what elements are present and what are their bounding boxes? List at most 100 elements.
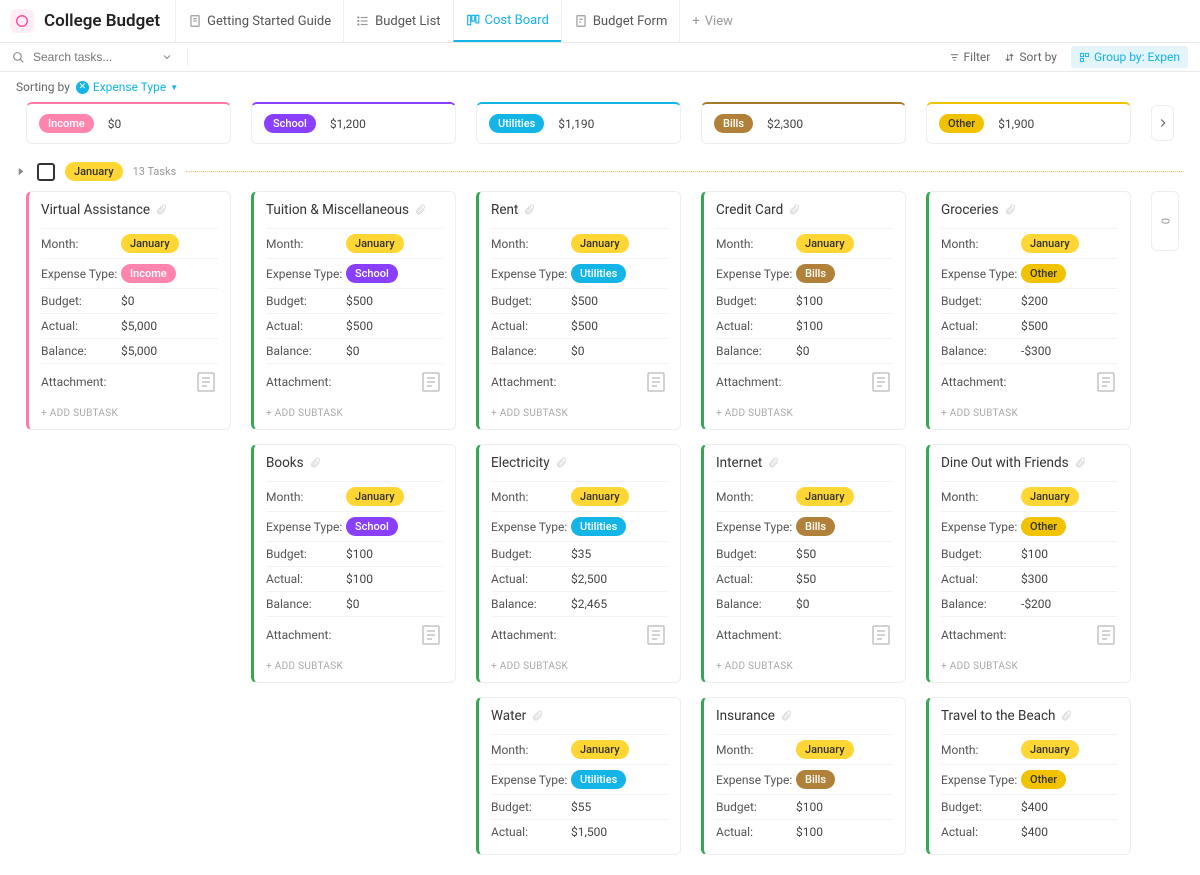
attachment-preview-icon[interactable] — [194, 370, 218, 394]
add-subtask-button[interactable]: + ADD SUBTASK — [266, 653, 443, 672]
attachment-preview-icon[interactable] — [1094, 623, 1118, 647]
sort-label: Sort by — [1019, 50, 1057, 64]
task-card[interactable]: Dine Out with Friends Month:JanuaryExpen… — [926, 444, 1131, 683]
add-subtask-button[interactable]: + ADD SUBTASK — [491, 653, 668, 672]
add-subtask-button[interactable]: + ADD SUBTASK — [941, 653, 1118, 672]
task-card[interactable]: Virtual Assistance Month:JanuaryExpense … — [26, 191, 231, 430]
field-value: Utilities — [571, 517, 626, 536]
add-view-button[interactable]: + View — [679, 0, 745, 42]
field-value: $500 — [571, 319, 598, 333]
field-value: Utilities — [571, 770, 626, 789]
field-label: Month: — [266, 490, 346, 504]
divider — [186, 171, 1184, 172]
field-value: $0 — [796, 344, 810, 358]
attachment-preview-icon[interactable] — [419, 370, 443, 394]
column-header-utilities[interactable]: Utilities$1,190 — [476, 102, 681, 144]
task-card[interactable]: Credit Card Month:JanuaryExpense Type:Bi… — [701, 191, 906, 430]
field-row: Budget:$100 — [266, 541, 443, 566]
attachment-preview-icon[interactable] — [869, 623, 893, 647]
collapsed-group-tab[interactable]: 0 — [1151, 191, 1179, 251]
tab-cost-board[interactable]: Cost Board — [453, 0, 561, 42]
field-value: Other — [1021, 770, 1066, 789]
field-row: Actual:$100 — [266, 566, 443, 591]
attachment-preview-icon[interactable] — [869, 370, 893, 394]
field-value: $100 — [346, 547, 373, 561]
field-value: $0 — [346, 597, 360, 611]
field-label: Budget: — [491, 800, 571, 814]
column-header-income[interactable]: Income$0 — [26, 102, 231, 144]
board-icon — [466, 13, 480, 27]
attachment-row: Attachment: — [41, 363, 218, 400]
card-title: Electricity — [491, 455, 668, 471]
sort-button[interactable]: Sort by — [1004, 50, 1057, 64]
field-row: Month:January — [491, 734, 668, 764]
task-card[interactable]: Water Month:JanuaryExpense Type:Utilitie… — [476, 697, 681, 855]
field-value: Utilities — [571, 264, 626, 283]
task-card[interactable]: Books Month:JanuaryExpense Type:SchoolBu… — [251, 444, 456, 683]
field-row: Expense Type:Income — [41, 258, 218, 288]
collapse-icon[interactable] — [16, 166, 27, 177]
scroll-right-button[interactable] — [1151, 105, 1174, 141]
field-row: Balance:$2,465 — [491, 591, 668, 616]
attachment-label: Attachment: — [941, 375, 1006, 389]
field-row: Actual:$500 — [491, 313, 668, 338]
filter-button[interactable]: Filter — [949, 50, 991, 64]
field-row: Budget:$100 — [716, 288, 893, 313]
attachment-preview-icon[interactable] — [644, 623, 668, 647]
field-value: Income — [121, 264, 176, 283]
attachment-label: Attachment: — [941, 628, 1006, 642]
attachment-label: Attachment: — [266, 375, 331, 389]
field-row: Actual:$500 — [941, 313, 1118, 338]
search-input[interactable] — [33, 50, 153, 64]
add-subtask-button[interactable]: + ADD SUBTASK — [716, 400, 893, 419]
field-value: $500 — [346, 294, 373, 308]
task-card[interactable]: Internet Month:JanuaryExpense Type:Bills… — [701, 444, 906, 683]
tab-budget-list[interactable]: Budget List — [343, 0, 452, 42]
card-title: Dine Out with Friends — [941, 455, 1118, 471]
field-label: Actual: — [41, 319, 121, 333]
field-label: Balance: — [491, 344, 571, 358]
tab-label: Budget Form — [593, 14, 668, 29]
month-tag: January — [1021, 487, 1079, 506]
chevron-down-icon[interactable] — [161, 51, 173, 63]
field-value: Other — [1021, 517, 1066, 536]
field-row: Expense Type:School — [266, 258, 443, 288]
task-card[interactable]: Rent Month:JanuaryExpense Type:Utilities… — [476, 191, 681, 430]
add-subtask-button[interactable]: + ADD SUBTASK — [941, 400, 1118, 419]
task-card[interactable]: Tuition & Miscellaneous Month:JanuaryExp… — [251, 191, 456, 430]
field-row: Month:January — [266, 481, 443, 511]
field-label: Balance: — [266, 597, 346, 611]
group-label: Group by: Expen — [1094, 50, 1180, 64]
task-card[interactable]: Insurance Month:JanuaryExpense Type:Bill… — [701, 697, 906, 855]
task-card[interactable]: Groceries Month:JanuaryExpense Type:Othe… — [926, 191, 1131, 430]
column-header-bills[interactable]: Bills$2,300 — [701, 102, 906, 144]
add-subtask-button[interactable]: + ADD SUBTASK — [491, 400, 668, 419]
group-checkbox[interactable] — [37, 163, 55, 181]
field-label: Expense Type: — [266, 520, 346, 534]
field-row: Budget:$0 — [41, 288, 218, 313]
add-subtask-button[interactable]: + ADD SUBTASK — [716, 653, 893, 672]
group-by-button[interactable]: Group by: Expen — [1071, 46, 1188, 68]
sorting-chip[interactable]: ✕ Expense Type ▼ — [76, 80, 178, 94]
group-month-tag[interactable]: January — [65, 162, 123, 181]
tab-getting-started[interactable]: Getting Started Guide — [175, 0, 343, 42]
field-row: Expense Type:Utilities — [491, 258, 668, 288]
field-value: -$200 — [1021, 597, 1051, 611]
field-label: Month: — [41, 237, 121, 251]
close-icon[interactable]: ✕ — [76, 81, 89, 94]
task-card[interactable]: Travel to the Beach Month:JanuaryExpense… — [926, 697, 1131, 855]
attachment-preview-icon[interactable] — [644, 370, 668, 394]
attachment-preview-icon[interactable] — [419, 623, 443, 647]
column-header-other[interactable]: Other$1,900 — [926, 102, 1131, 144]
tab-budget-form[interactable]: Budget Form — [561, 0, 680, 42]
field-row: Actual:$2,500 — [491, 566, 668, 591]
field-value: Bills — [796, 770, 835, 789]
field-label: Month: — [491, 743, 571, 757]
column-header-school[interactable]: School$1,200 — [251, 102, 456, 144]
attachment-label: Attachment: — [266, 628, 331, 642]
task-card[interactable]: Electricity Month:JanuaryExpense Type:Ut… — [476, 444, 681, 683]
attachment-preview-icon[interactable] — [1094, 370, 1118, 394]
add-subtask-button[interactable]: + ADD SUBTASK — [266, 400, 443, 419]
add-subtask-button[interactable]: + ADD SUBTASK — [41, 400, 218, 419]
field-row: Balance:-$200 — [941, 591, 1118, 616]
